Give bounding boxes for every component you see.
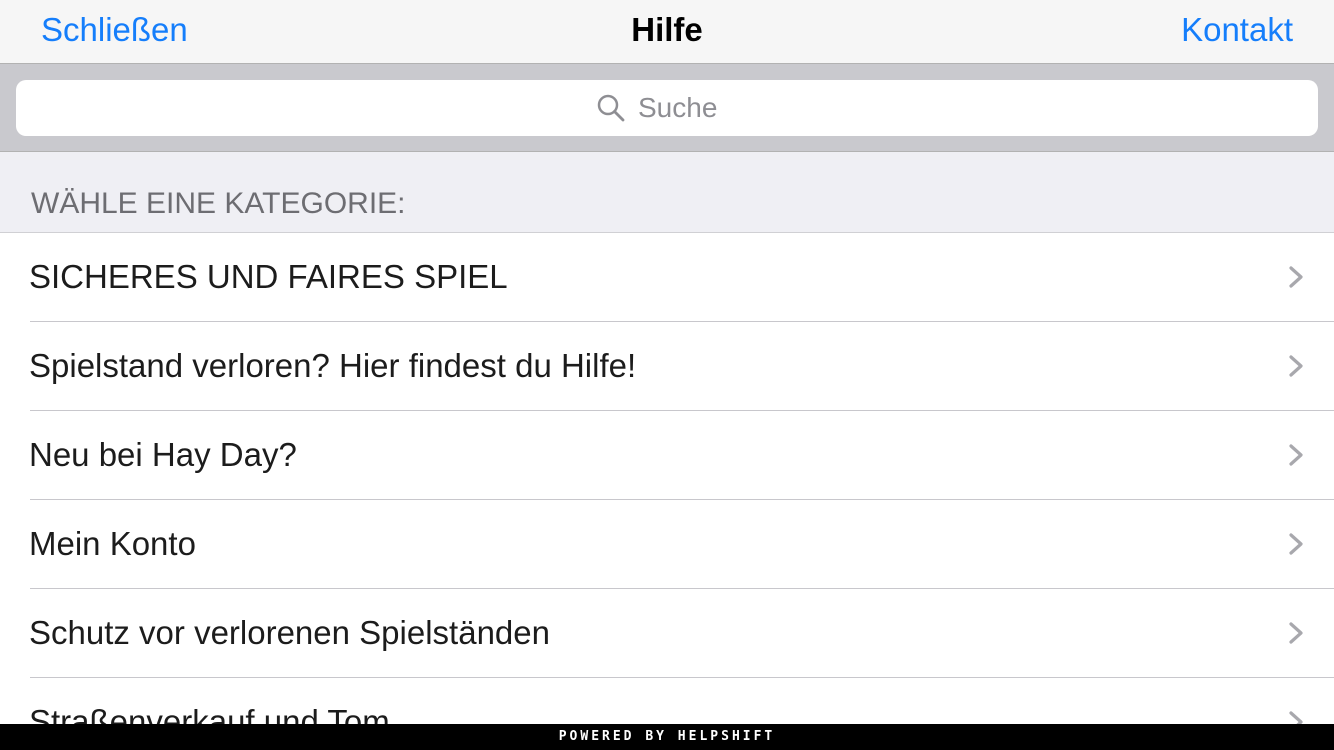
- chevron-right-icon: [1289, 711, 1303, 724]
- chevron-right-icon: [1289, 622, 1303, 644]
- search-field[interactable]: [16, 80, 1318, 136]
- section-header-label: WÄHLE EINE KATEGORIE:: [31, 187, 406, 220]
- category-row-progress-protection[interactable]: Schutz vor verlorenen Spielständen: [0, 589, 1334, 678]
- category-label: Spielstand verloren? Hier findest du Hil…: [29, 347, 637, 384]
- search-bar: [0, 64, 1334, 152]
- navigation-bar: Schließen Hilfe Kontakt: [0, 0, 1334, 64]
- powered-by-footer: POWERED BY HELPSHIFT: [0, 724, 1334, 750]
- category-row-new-player[interactable]: Neu bei Hay Day?: [0, 411, 1334, 500]
- chevron-right-icon: [1289, 533, 1303, 555]
- category-label: SICHERES UND FAIRES SPIEL: [29, 258, 508, 295]
- search-icon: [596, 93, 626, 123]
- search-input[interactable]: [638, 92, 738, 124]
- chevron-right-icon: [1289, 355, 1303, 377]
- category-label: Straßenverkauf und Tom: [29, 703, 390, 724]
- category-row-roadside-shop[interactable]: Straßenverkauf und Tom: [0, 678, 1334, 724]
- page-title: Hilfe: [631, 11, 703, 48]
- category-label: Schutz vor verlorenen Spielständen: [29, 614, 550, 651]
- category-list: SICHERES UND FAIRES SPIEL Spielstand ver…: [0, 233, 1334, 724]
- category-section-header: WÄHLE EINE KATEGORIE:: [0, 152, 1334, 233]
- chevron-right-icon: [1289, 266, 1303, 288]
- contact-button[interactable]: Kontakt: [1181, 10, 1293, 50]
- category-label: Neu bei Hay Day?: [29, 436, 297, 473]
- chevron-right-icon: [1289, 444, 1303, 466]
- category-row-lost-progress[interactable]: Spielstand verloren? Hier findest du Hil…: [0, 322, 1334, 411]
- category-row-safe-fair-play[interactable]: SICHERES UND FAIRES SPIEL: [0, 233, 1334, 322]
- category-row-my-account[interactable]: Mein Konto: [0, 500, 1334, 589]
- category-label: Mein Konto: [29, 525, 196, 562]
